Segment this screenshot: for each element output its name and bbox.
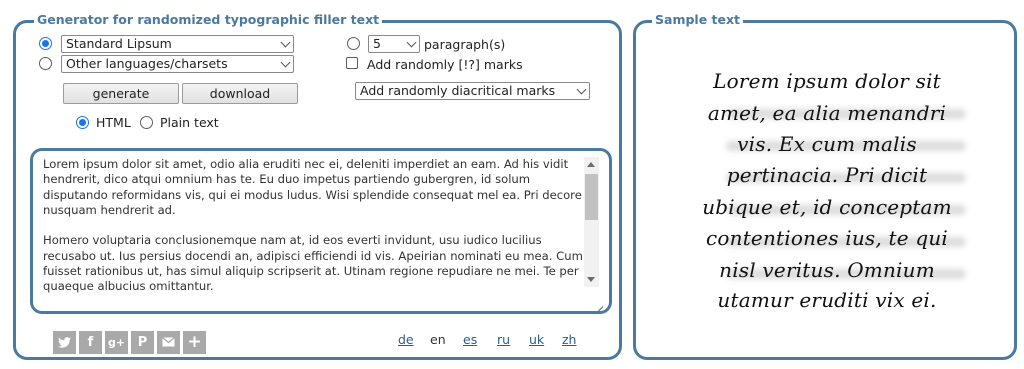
plus-icon[interactable]: + [183, 331, 206, 354]
sample-line: nisl veritus. Omnium [719, 258, 935, 282]
lang-link-uk[interactable]: uk [529, 332, 544, 347]
chevron-down-icon [280, 37, 291, 48]
count-radio[interactable] [347, 37, 360, 50]
unit-label: paragraph(s) [424, 37, 506, 52]
scroll-up-icon[interactable] [587, 162, 595, 167]
twitter-icon[interactable] [53, 331, 76, 354]
chevron-down-icon [280, 57, 291, 68]
count-select-value: 5 [373, 36, 381, 51]
output-paragraph: Homero voluptaria conclusionemque nam at… [43, 233, 583, 294]
output-textarea[interactable]: Lorem ipsum dolor sit amet, odio alia er… [30, 148, 612, 314]
resize-handle-icon[interactable] [595, 299, 603, 307]
output-text: Lorem ipsum dolor sit amet, odio alia er… [43, 157, 583, 310]
lang-link-es[interactable]: es [463, 332, 477, 347]
generator-legend: Generator for randomized typographic fil… [34, 12, 383, 27]
languages-select-value: Other languages/charsets [66, 56, 228, 71]
lang-link-en[interactable]: en [430, 332, 446, 347]
random-marks-label: Add randomly [!?] marks [367, 57, 523, 72]
output-paragraph: Lorem ipsum dolor sit amet, odio alia er… [43, 157, 582, 217]
sample-panel: Sample text Lorem ipsum dolor sit amet, … [633, 12, 1017, 360]
random-marks-checkbox[interactable] [346, 57, 358, 69]
chevron-down-icon [576, 84, 587, 95]
sample-handwritten-text: Lorem ipsum dolor sit amet, ea alia mena… [636, 23, 1014, 357]
format-html-radio[interactable] [76, 116, 89, 129]
chevron-down-icon [406, 37, 417, 48]
format-plain-label: Plain text [160, 115, 219, 130]
sample-line: ubique et, id conceptam [702, 195, 952, 219]
email-icon[interactable] [157, 331, 180, 354]
download-button[interactable]: download [182, 83, 298, 104]
format-html-label: HTML [96, 115, 131, 130]
sample-line: pertinacia. Pri dicit [726, 163, 928, 187]
source-standard-radio[interactable] [39, 37, 52, 50]
format-plain-radio[interactable] [140, 116, 153, 129]
textarea-scrollbar[interactable] [584, 157, 599, 287]
diacritics-select-value: Add randomly diacritical marks [360, 83, 556, 98]
pinterest-icon[interactable]: P [131, 331, 154, 354]
scroll-down-icon[interactable] [587, 277, 595, 282]
sample-line: utamur eruditi vix ei. [717, 288, 937, 312]
generate-button[interactable]: generate [63, 83, 179, 104]
count-select[interactable]: 5 [368, 35, 420, 53]
sample-line: contentiones ius, te qui [705, 226, 949, 250]
languages-select[interactable]: Other languages/charsets [61, 55, 294, 73]
sample-line: Lorem ipsum dolor sit [713, 69, 941, 93]
source-select[interactable]: Standard Lipsum [61, 35, 294, 53]
source-select-value: Standard Lipsum [66, 36, 172, 51]
generator-panel: Generator for randomized typographic fil… [13, 12, 622, 360]
sample-line: amet, ea alia menandri [707, 101, 947, 125]
lang-link-ru[interactable]: ru [497, 332, 510, 347]
lang-link-de[interactable]: de [398, 332, 414, 347]
source-languages-radio[interactable] [39, 57, 52, 70]
diacritics-select[interactable]: Add randomly diacritical marks [355, 82, 590, 100]
scrollbar-thumb[interactable] [585, 174, 598, 220]
sample-line: vis. Ex cum malis [737, 132, 917, 156]
facebook-icon[interactable]: f [79, 331, 102, 354]
google-plus-icon[interactable]: g+ [105, 331, 128, 354]
lang-link-zh[interactable]: zh [562, 332, 576, 347]
